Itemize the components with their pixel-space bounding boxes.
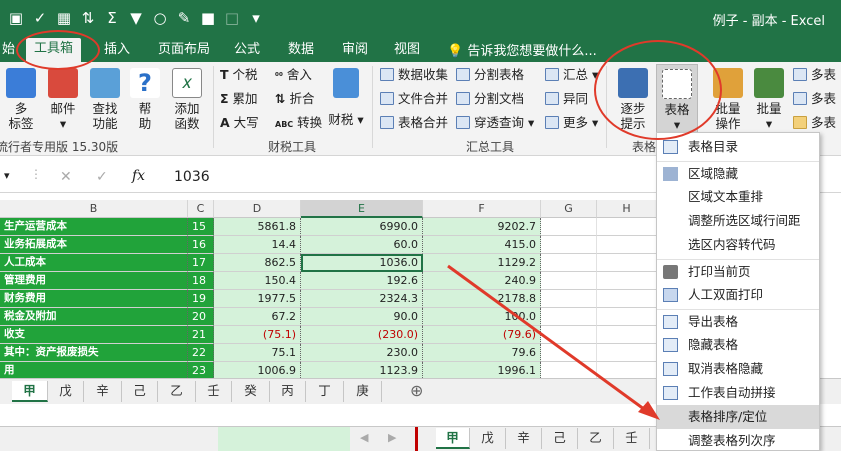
excel-window: ▣ ✓ ▦ ⇅ Σ ▼ ○ ✎ ■ □ ▾ 例子 - 副本 - Excel 始 … bbox=[0, 0, 841, 451]
annotation-arrow bbox=[447, 264, 660, 420]
